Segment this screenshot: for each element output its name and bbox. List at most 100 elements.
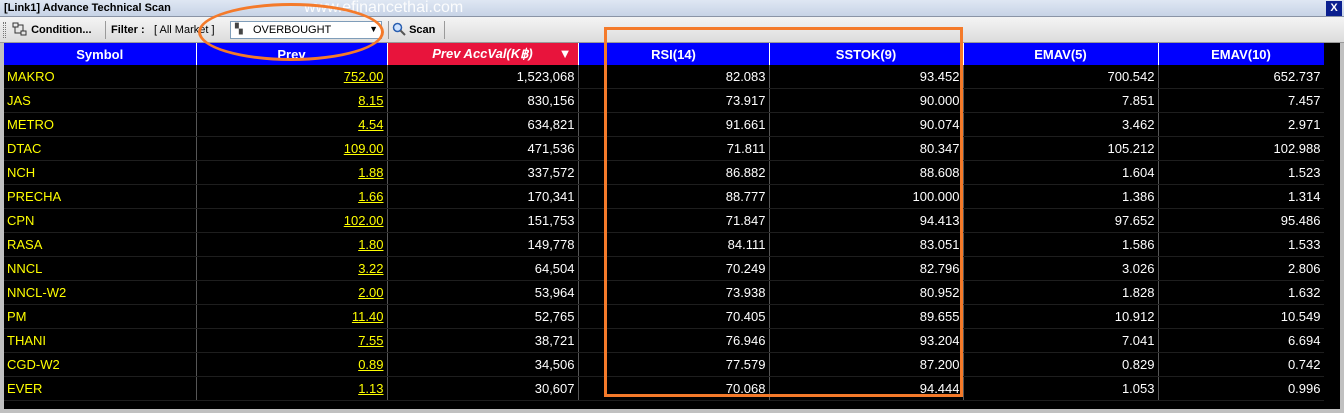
symbol-cell: CGD-W2: [4, 352, 197, 377]
column-header-label: RSI(14): [651, 46, 696, 62]
emav5-cell: 3.462: [963, 112, 1159, 137]
column-header-prev-accval[interactable]: Prev AccVal(K฿) ▼: [387, 43, 579, 65]
toolbar: Condition... Filter : [ All Market ] ▚ O…: [0, 17, 1344, 43]
scan-button[interactable]: Scan: [392, 21, 435, 39]
symbol-cell: CPN: [4, 208, 197, 233]
table-row[interactable]: DTAC 109.00 471,536 71.811 80.347 105.212 102.…: [4, 136, 1325, 161]
prev-accval-cell: 34,506: [387, 352, 579, 377]
column-header-prev[interactable]: Prev: [196, 43, 388, 65]
rsi-cell: 82.083: [578, 65, 770, 89]
emav5-cell: 0.829: [963, 352, 1159, 377]
table-row[interactable]: PRECHA 1.66 170,341 88.777 100.000 1.386 1.314: [4, 184, 1325, 209]
prev-price-link[interactable]: 3.22: [196, 256, 388, 281]
symbol-cell: THANI: [4, 328, 197, 353]
results-table: Symbol Prev Prev AccVal(K฿) ▼ RSI(14) SSTOK(9…: [4, 43, 1325, 401]
table-row[interactable]: CGD-W2 0.89 34,506 77.579 87.200 0.829 0.742: [4, 352, 1325, 377]
prev-accval-cell: 1,523,068: [387, 65, 579, 89]
emav10-cell: 7.457: [1158, 88, 1325, 113]
chart-icon: ▚: [235, 24, 243, 35]
table-row[interactable]: THANI 7.55 38,721 76.946 93.204 7.041 6.694: [4, 328, 1325, 353]
prev-accval-cell: 830,156: [387, 88, 579, 113]
sstok-cell: 93.452: [769, 65, 964, 89]
rsi-cell: 86.882: [578, 160, 770, 185]
column-header-rsi[interactable]: RSI(14): [578, 43, 770, 65]
column-header-label: Prev: [277, 46, 306, 62]
prev-price-link[interactable]: 109.00: [196, 136, 388, 161]
symbol-cell: NCH: [4, 160, 197, 185]
sstok-cell: 90.074: [769, 112, 964, 137]
emav10-cell: 2.806: [1158, 256, 1325, 281]
sstok-cell: 93.204: [769, 328, 964, 353]
table-row[interactable]: NNCL-W2 2.00 53,964 73.938 80.952 1.828 1.632: [4, 280, 1325, 305]
table-row[interactable]: JAS 8.15 830,156 73.917 90.000 7.851 7.457: [4, 88, 1325, 113]
scan-type-select[interactable]: ▚ OVERBOUGHT ▼: [230, 21, 382, 39]
symbol-cell: DTAC: [4, 136, 197, 161]
emav5-cell: 10.912: [963, 304, 1159, 329]
prev-accval-cell: 64,504: [387, 256, 579, 281]
prev-price-link[interactable]: 2.00: [196, 280, 388, 305]
prev-accval-cell: 52,765: [387, 304, 579, 329]
rsi-cell: 77.579: [578, 352, 770, 377]
symbol-cell: EVER: [4, 376, 197, 401]
prev-price-link[interactable]: 4.54: [196, 112, 388, 137]
emav10-cell: 652.737: [1158, 65, 1325, 89]
column-header-emav5[interactable]: EMAV(5): [963, 43, 1159, 65]
symbol-cell: JAS: [4, 88, 197, 113]
prev-price-link[interactable]: 11.40: [196, 304, 388, 329]
table-row[interactable]: NCH 1.88 337,572 86.882 88.608 1.604 1.523: [4, 160, 1325, 185]
sstok-cell: 80.347: [769, 136, 964, 161]
scan-type-value: OVERBOUGHT: [253, 24, 332, 36]
prev-price-link[interactable]: 1.80: [196, 232, 388, 257]
rsi-cell: 71.811: [578, 136, 770, 161]
table-row[interactable]: MAKRO 752.00 1,523,068 82.083 93.452 700.542 6…: [4, 65, 1325, 89]
chevron-down-icon[interactable]: ▼: [369, 24, 378, 34]
prev-price-link[interactable]: 0.89: [196, 352, 388, 377]
prev-price-link[interactable]: 1.13: [196, 376, 388, 401]
prev-price-link[interactable]: 7.55: [196, 328, 388, 353]
sstok-cell: 94.444: [769, 376, 964, 401]
filter-label: Filter :: [111, 24, 145, 36]
table-row[interactable]: NNCL 3.22 64,504 70.249 82.796 3.026 2.806: [4, 256, 1325, 281]
table-row[interactable]: RASA 1.80 149,778 84.111 83.051 1.586 1.533: [4, 232, 1325, 257]
emav5-cell: 1.828: [963, 280, 1159, 305]
condition-button[interactable]: Condition...: [12, 21, 92, 39]
results-grid: Symbol Prev Prev AccVal(K฿) ▼ RSI(14) SSTOK(9…: [4, 43, 1340, 409]
table-row[interactable]: EVER 1.13 30,607 70.068 94.444 1.053 0.996: [4, 376, 1325, 401]
table-row[interactable]: METRO 4.54 634,821 91.661 90.074 3.462 2.971: [4, 112, 1325, 137]
column-header-symbol[interactable]: Symbol: [4, 43, 197, 65]
prev-price-link[interactable]: 8.15: [196, 88, 388, 113]
symbol-cell: RASA: [4, 232, 197, 257]
symbol-cell: MAKRO: [4, 65, 197, 89]
close-button[interactable]: X: [1326, 1, 1342, 16]
rsi-cell: 84.111: [578, 232, 770, 257]
rsi-cell: 73.917: [578, 88, 770, 113]
header-row: Symbol Prev Prev AccVal(K฿) ▼ RSI(14) SSTOK(9…: [4, 43, 1325, 65]
prev-price-link[interactable]: 1.88: [196, 160, 388, 185]
table-row[interactable]: PM 11.40 52,765 70.405 89.655 10.912 10.549: [4, 304, 1325, 329]
toolbar-grip[interactable]: [3, 22, 6, 38]
prev-price-link[interactable]: 1.66: [196, 184, 388, 209]
column-header-label: Prev AccVal(K฿): [432, 46, 533, 61]
title-bar: [Link1] Advance Technical Scan www.efina…: [0, 0, 1344, 17]
emav10-cell: 1.533: [1158, 232, 1325, 257]
window-title: [Link1] Advance Technical Scan: [4, 2, 171, 14]
column-header-sstok[interactable]: SSTOK(9): [769, 43, 964, 65]
column-header-label: Symbol: [76, 46, 124, 62]
prev-price-link[interactable]: 752.00: [196, 65, 388, 89]
vertical-scrollbar[interactable]: [1324, 43, 1340, 409]
emav5-cell: 105.212: [963, 136, 1159, 161]
emav10-cell: 1.632: [1158, 280, 1325, 305]
sstok-cell: 100.000: [769, 184, 964, 209]
sstok-cell: 80.952: [769, 280, 964, 305]
emav10-cell: 0.742: [1158, 352, 1325, 377]
emav5-cell: 97.652: [963, 208, 1159, 233]
prev-accval-cell: 634,821: [387, 112, 579, 137]
filter-value[interactable]: [ All Market ]: [154, 21, 215, 39]
prev-price-link[interactable]: 102.00: [196, 208, 388, 233]
sort-descending-icon[interactable]: ▼: [559, 46, 572, 61]
sstok-cell: 87.200: [769, 352, 964, 377]
table-row[interactable]: CPN 102.00 151,753 71.847 94.413 97.652 95.486: [4, 208, 1325, 233]
prev-accval-cell: 53,964: [387, 280, 579, 305]
column-header-emav10[interactable]: EMAV(10): [1158, 43, 1325, 65]
condition-icon: [12, 22, 27, 36]
